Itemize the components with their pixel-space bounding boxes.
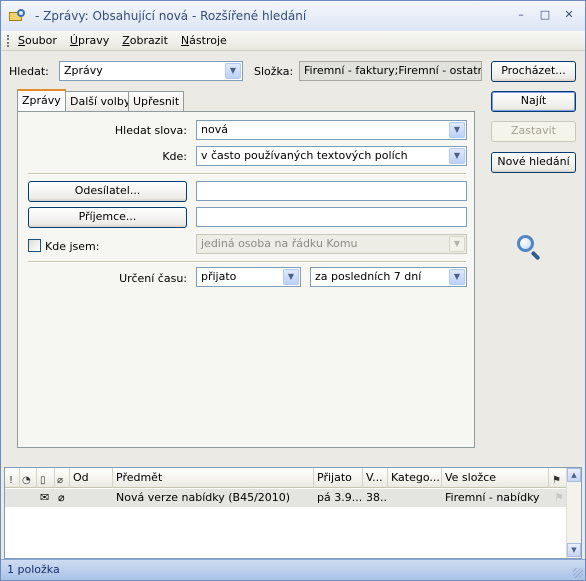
kde-jsem-checkbox[interactable] [28,239,41,252]
hledat-slova-label: Hledat slova: [114,124,187,137]
flag-icon[interactable]: ⚑ [551,489,567,507]
chevron-down-icon[interactable]: ▼ [449,148,465,164]
kde-jsem-label: Kde jsem: [45,240,100,253]
column-prijato[interactable]: Přijato [314,468,363,488]
separator [28,173,466,175]
column-predmet[interactable]: Předmět [113,468,314,488]
separator [28,261,466,263]
kde-select-value: v často používaných textových polích [201,149,408,162]
row-predmet: Nová verze nabídky (B45/2010) [116,491,291,504]
column-kategorie[interactable]: Katego... [388,468,442,488]
importance-column[interactable]: ! [5,468,20,488]
table-row[interactable]: ✉ ⌀ Nová verze nabídky (B45/2010) pá 3.9… [5,489,567,507]
advanced-find-window: - Zprávy: Obsahující nová - Rozšířené hl… [0,0,586,581]
chevron-down-icon[interactable]: ▼ [449,269,465,285]
row-velikost: 38... [366,491,388,504]
kde-jsem-select-value: jediná osoba na řádku Komu [201,237,358,250]
status-bar: 1 položka [1,559,585,580]
resize-grip-icon[interactable] [573,568,583,578]
flag-column[interactable]: ⚑ [549,468,567,488]
type-column[interactable]: ▯ [37,468,55,488]
cas-obdobi-value: za posledních 7 dní [315,270,422,283]
tab-upresnit[interactable]: Upřesnit [128,91,185,111]
menu-nastroje[interactable]: Nástroje [181,34,227,47]
cas-obdobi-select[interactable]: za posledních 7 dní ▼ [310,267,467,287]
cas-typ-select[interactable]: přijato ▼ [196,267,301,287]
slozka-value: Firemní - faktury;Firemní - ostatní;Fir [299,61,482,81]
menu-grip [7,34,10,47]
menu-upravy[interactable]: Úpravy [70,34,109,47]
tab-dalsi-volby[interactable]: Další volby [65,91,136,111]
results-header: ! ◔ ▯ ⌀ Od Předmět Přijato V... Katego..… [5,468,581,488]
advanced-find-icon [9,9,27,23]
kde-label: Kde: [162,150,187,163]
importance-icon: ! [9,475,14,486]
slozka-label: Složka: [254,65,294,78]
row-od [70,489,113,507]
column-od[interactable]: Od [70,468,113,488]
najit-button[interactable]: Najít [491,91,576,112]
scroll-up-icon[interactable]: ▲ [567,468,581,482]
document-icon: ▯ [40,475,46,486]
hledat-select-value: Zprávy [64,64,103,77]
tab-zpravy[interactable]: Zprávy [17,89,66,111]
chevron-down-icon[interactable]: ▼ [283,269,299,285]
odesilatel-input[interactable] [196,181,467,201]
paperclip-icon: ⌀ [58,491,65,504]
close-button[interactable]: ✕ [559,8,579,24]
cas-typ-value: přijato [201,270,237,283]
hledat-slova-value: nová [201,123,228,136]
hledat-select[interactable]: Zprávy ▼ [59,61,243,81]
paperclip-icon: ⌀ [57,475,64,486]
title-bar: - Zprávy: Obsahující nová - Rozšířené hl… [1,1,585,31]
results-scrollbar[interactable]: ▲ ▼ [566,468,581,558]
chevron-down-icon[interactable]: ▼ [449,122,465,138]
prochazet-button[interactable]: Procházet... [491,61,576,82]
odesilatel-button[interactable]: Odesílatel... [28,181,187,202]
row-kategorie [388,489,442,507]
column-ve-slozce[interactable]: Ve složce [442,468,549,488]
chevron-down-icon: ▼ [449,236,465,252]
kde-jsem-select[interactable]: jediná osoba na řádku Komu ▼ [196,234,467,254]
menu-bar: Soubor Úpravy Zobrazit Nástroje [1,31,585,51]
menu-zobrazit[interactable]: Zobrazit [122,34,168,47]
flag-icon: ⚑ [552,475,561,486]
reminder-icon: ◔ [22,475,31,486]
maximize-button[interactable]: □ [535,8,555,24]
attachment-column[interactable]: ⌀ [55,468,70,488]
nove-hledani-button[interactable]: Nové hledání [491,152,576,173]
hledat-slova-input[interactable]: nová ▼ [196,120,467,140]
zastavit-button[interactable]: Zastavit [491,121,576,142]
scroll-down-icon[interactable]: ▼ [567,543,581,557]
window-title: - Zprávy: Obsahující nová - Rozšířené hl… [35,9,307,23]
reminder-column[interactable]: ◔ [20,468,37,488]
row-ve-slozce: Firemní - nabídky [445,491,540,504]
status-count: 1 položka [7,563,60,576]
results-list: ! ◔ ▯ ⌀ Od Předmět Přijato V... Katego..… [4,467,582,559]
chevron-down-icon[interactable]: ▼ [225,63,241,79]
hledat-label: Hledat: [9,65,49,78]
column-velikost[interactable]: V... [363,468,388,488]
kde-select[interactable]: v často používaných textových polích ▼ [196,146,467,166]
urceni-casu-label: Určení času: [119,272,187,285]
prijemce-input[interactable] [196,207,467,227]
minimize-button[interactable]: – [511,8,531,24]
row-prijato: pá 3.9.... [317,491,363,504]
prijemce-button[interactable]: Příjemce... [28,207,187,228]
menu-soubor[interactable]: Soubor [18,34,57,47]
message-icon: ✉ [40,491,50,504]
search-icon [517,235,543,261]
